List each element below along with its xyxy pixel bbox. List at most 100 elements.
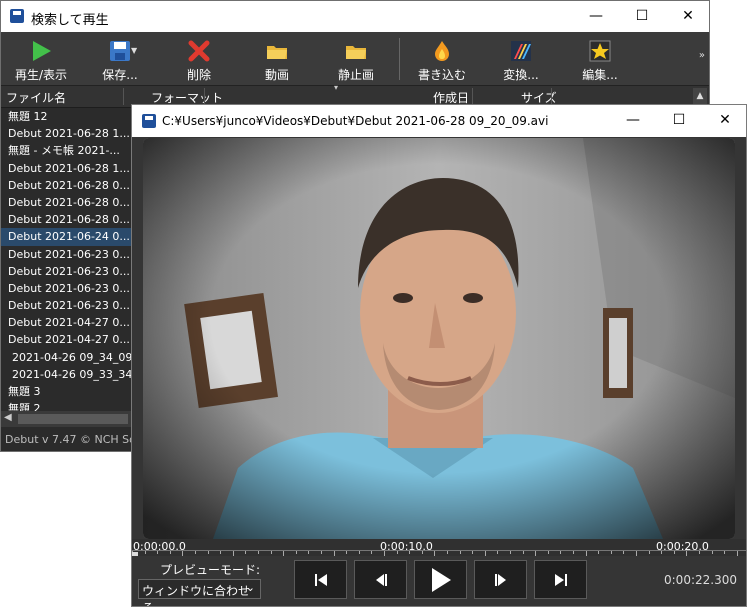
scroll-up-icon[interactable]: ▲ — [693, 88, 707, 104]
timeline-tick — [673, 551, 675, 554]
timeline-tick — [245, 551, 247, 554]
timeline-tick — [258, 551, 259, 554]
timeline-tick — [220, 551, 222, 554]
play-button[interactable] — [414, 560, 467, 599]
video-frame[interactable] — [143, 138, 735, 539]
edit-label: 編集... — [582, 68, 618, 82]
play-icon — [431, 567, 451, 592]
timeline-tick — [295, 551, 297, 554]
file-list-item[interactable]: 無題 3 — [1, 383, 133, 400]
delete-button[interactable]: 削除 — [159, 32, 239, 85]
column-divider[interactable] — [123, 88, 124, 105]
timeline-tick — [333, 551, 335, 556]
file-list-item[interactable]: Debut 2021-06-23 0... — [1, 246, 133, 263]
timeline-tick — [232, 551, 234, 556]
video-folder-button[interactable]: 動画 — [237, 32, 317, 85]
file-list-item[interactable]: Debut 2021-06-28 1... — [1, 125, 133, 142]
timeline-tick — [484, 551, 486, 556]
save-dropdown-arrow-icon[interactable]: ▼ — [131, 46, 137, 55]
main-window-title: 検索して再生 — [31, 13, 109, 28]
image-folder-button[interactable]: 静止画 — [316, 32, 396, 85]
file-list-item[interactable]: Debut 2021-06-23 0... — [1, 280, 133, 297]
timeline[interactable]: 0:00:00.0 0:00:10.0 0:00:20.0 — [132, 539, 746, 556]
timeline-tick — [686, 551, 688, 556]
step-back-button[interactable] — [354, 560, 407, 599]
close-button[interactable]: ✕ — [665, 1, 709, 32]
close-button[interactable]: ✕ — [702, 105, 746, 136]
file-list-item[interactable]: Debut 2021-06-24 0... — [1, 228, 133, 246]
save-button[interactable]: 保存... — [80, 32, 160, 85]
convert-button[interactable]: 変換... — [481, 32, 561, 85]
file-list-item[interactable]: Debut 2021-06-28 0... — [1, 194, 133, 211]
file-list-item[interactable]: Debut 2021-06-23 0... — [1, 263, 133, 280]
file-list-item[interactable]: 無題 - メモ帳 2021-... — [1, 142, 133, 159]
file-list-item[interactable]: Debut 2021-04-27 0... — [1, 314, 133, 331]
file-list-item[interactable]: Debut 2021-04-27 0... — [1, 331, 133, 348]
timeline-tick — [560, 551, 562, 554]
play-view-button[interactable]: 再生/表示 — [1, 32, 81, 85]
folder-image-icon — [346, 46, 366, 59]
skip-to-end-icon — [554, 573, 567, 586]
minimize-button[interactable]: — — [573, 1, 619, 32]
timeline-tick — [169, 551, 171, 554]
column-divider[interactable] — [472, 88, 473, 105]
step-forward-button[interactable] — [474, 560, 527, 599]
timeline-tick — [724, 551, 726, 554]
column-filename[interactable]: ファイル名 — [6, 89, 66, 106]
sort-arrow-icon: ▾ — [334, 83, 339, 92]
toolbar-more-icon[interactable]: » — [699, 50, 705, 61]
burn-button[interactable]: 書き込む — [402, 32, 482, 85]
timeline-tick — [535, 551, 537, 556]
file-list-item[interactable]: Debut 2021-06-23 0... — [1, 297, 133, 314]
current-time: 0:00:22.300 — [664, 573, 737, 587]
save-label: 保存... — [102, 68, 138, 82]
delete-icon — [188, 40, 210, 62]
preview-title-bar: C:¥Users¥junco¥Videos¥Debut¥Debut 2021-0… — [132, 105, 746, 137]
file-list-item[interactable]: 2021-04-26 09_34_09 — [1, 349, 133, 366]
file-list-item[interactable]: 2021-04-26 09_33_34 — [1, 366, 133, 383]
timeline-tick — [447, 551, 448, 554]
file-list-item[interactable]: Debut 2021-06-28 0... — [1, 177, 133, 194]
maximize-button[interactable]: ☐ — [656, 105, 702, 136]
toolbar: 再生/表示 保存... ▼ 削除 動画 静止画 書き込む 変換... 編集...… — [1, 32, 709, 86]
edit-icon — [589, 40, 611, 62]
playhead[interactable] — [132, 552, 138, 556]
edit-button[interactable]: 編集... — [560, 32, 640, 85]
timeline-tick — [648, 551, 650, 554]
timeline-tick — [699, 551, 700, 554]
timeline-tick — [396, 551, 398, 554]
column-divider[interactable] — [204, 88, 205, 105]
timeline-tick — [736, 551, 738, 556]
preview-mode-select[interactable]: ウィンドウに合わせる ⌄ — [138, 579, 261, 606]
timeline-tick — [522, 551, 524, 554]
status-bar: Debut v 7.47 © NCH Software — [5, 433, 137, 446]
horizontal-scrollbar[interactable]: ◀ — [1, 411, 133, 427]
timeline-tick — [711, 551, 713, 554]
video-label: 動画 — [264, 68, 289, 82]
burn-icon — [435, 41, 449, 61]
go-to-start-button[interactable] — [294, 560, 347, 599]
maximize-button[interactable]: ☐ — [619, 1, 665, 32]
go-to-end-button[interactable] — [534, 560, 587, 599]
timeline-tick — [585, 551, 587, 556]
scroll-left-icon[interactable]: ◀ — [4, 412, 12, 423]
timeline-tick — [472, 551, 474, 554]
timeline-tick — [510, 551, 511, 554]
timeline-tick — [182, 551, 184, 556]
toolbar-separator — [399, 38, 400, 80]
scrollbar-thumb[interactable] — [18, 414, 128, 424]
file-list-item[interactable]: Debut 2021-06-28 1... — [1, 160, 133, 177]
timeline-ruler — [132, 550, 746, 556]
timeline-tick — [610, 551, 612, 554]
skip-to-start-icon — [314, 573, 327, 586]
timeline-tick — [497, 551, 499, 554]
column-divider[interactable] — [551, 88, 552, 105]
video-image — [143, 138, 735, 539]
timeline-tick — [434, 551, 436, 556]
file-list-item[interactable]: Debut 2021-06-28 0... — [1, 211, 133, 228]
timeline-tick — [207, 551, 209, 554]
minimize-button[interactable]: — — [610, 105, 656, 136]
file-list-item[interactable]: 無題 12 — [1, 108, 133, 125]
file-list: 無題 12 Debut 2021-06-28 1... 無題 - メモ帳 2021-… — [1, 108, 133, 412]
timeline-tick — [371, 551, 373, 554]
